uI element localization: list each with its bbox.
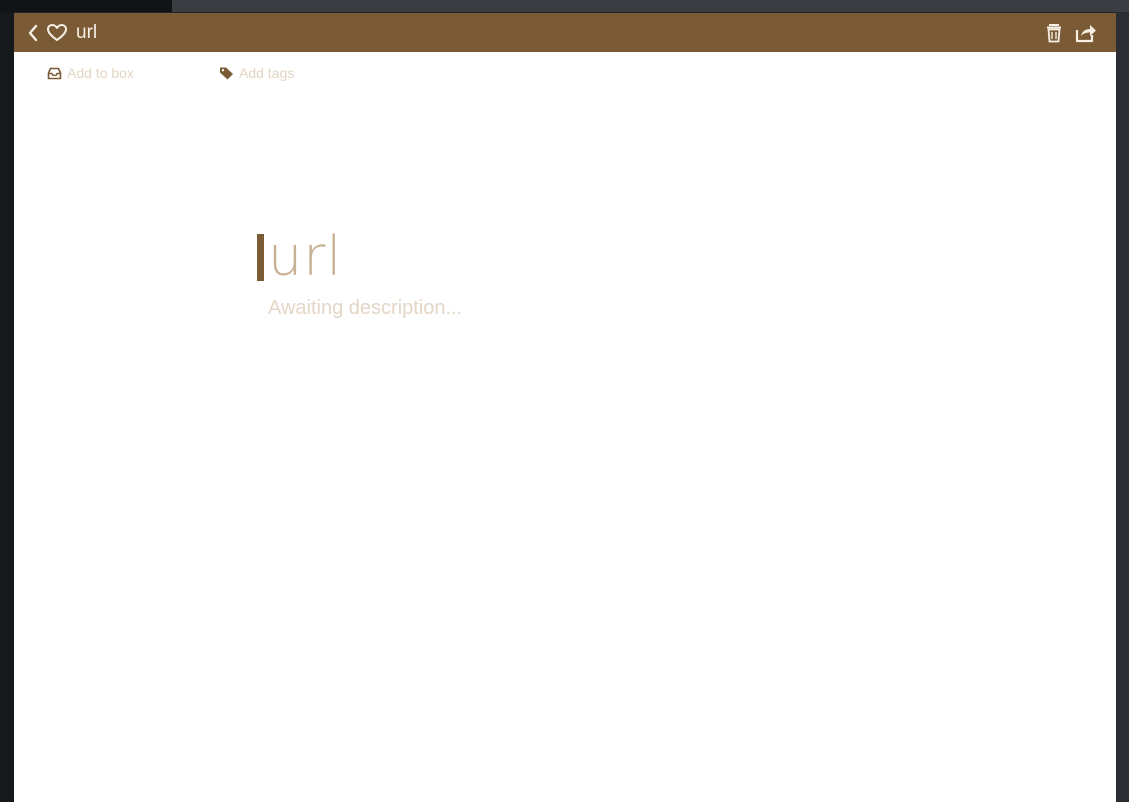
window-tab-accent (0, 0, 172, 12)
favorite-button[interactable] (46, 22, 68, 44)
window-left-edge (0, 12, 14, 802)
inbox-icon (47, 67, 62, 79)
back-button[interactable] (26, 23, 40, 43)
delete-button[interactable] (1045, 23, 1063, 43)
item-meta-row: Add to box Add tags (14, 63, 1116, 87)
window-right-edge (1116, 12, 1129, 802)
trash-icon (1047, 24, 1061, 43)
add-to-box-button[interactable]: Add to box (47, 65, 134, 81)
item-content: url Awaiting description... (257, 227, 462, 320)
chevron-left-icon (28, 24, 38, 42)
tag-icon (220, 67, 233, 80)
add-tags-button[interactable]: Add tags (219, 65, 294, 81)
bookmark-panel: url Add to box Add tags url Awaiting des… (14, 13, 1116, 802)
panel-header: url (14, 13, 1116, 52)
add-tags-label: Add tags (239, 65, 295, 81)
window-topbar (0, 0, 1129, 12)
item-title-field[interactable]: url (268, 227, 342, 287)
title-text-cursor (257, 234, 264, 281)
header-title: url (76, 22, 98, 43)
add-to-box-label: Add to box (67, 65, 134, 81)
heart-outline-icon (47, 24, 67, 41)
item-title-row: url (257, 227, 462, 287)
share-button[interactable] (1074, 23, 1098, 43)
item-description-field[interactable]: Awaiting description... (268, 297, 462, 320)
share-icon (1075, 25, 1096, 43)
